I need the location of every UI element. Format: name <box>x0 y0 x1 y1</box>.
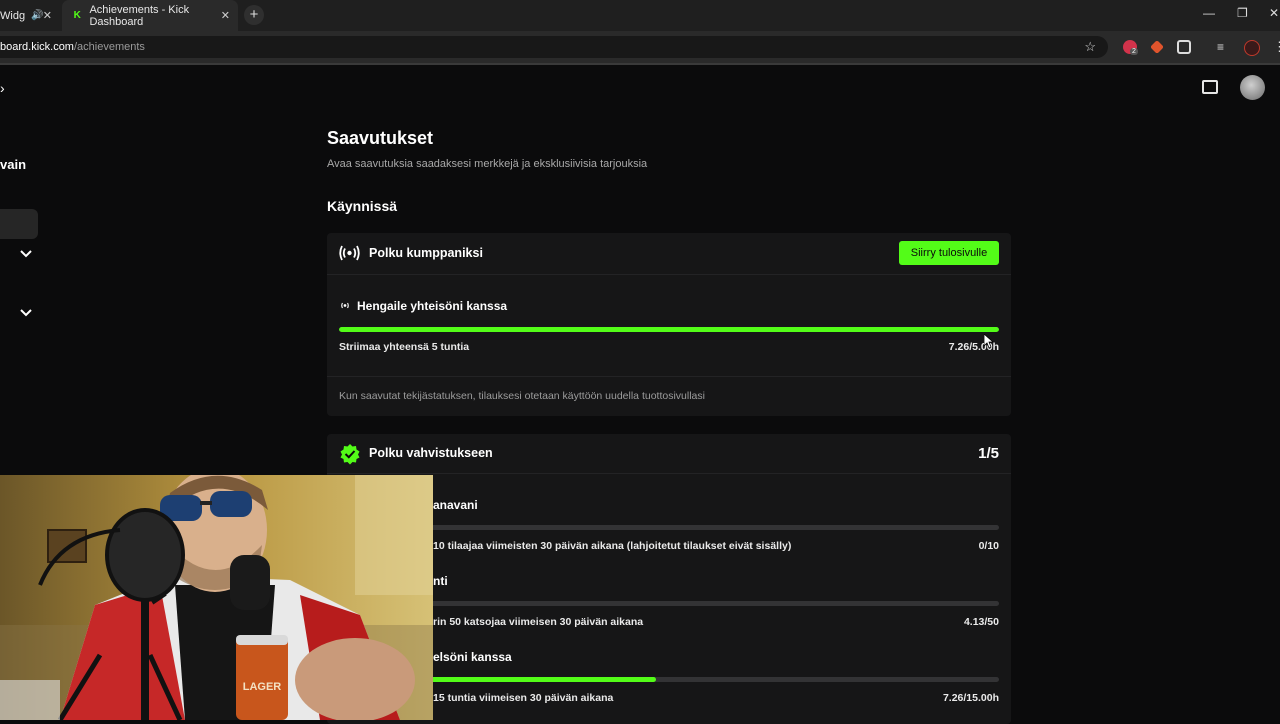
puzzle-extensions-icon[interactable] <box>1177 40 1191 54</box>
achievement-item-description: 15 tuntia viimeisen 30 päivän aikana <box>433 692 614 704</box>
card-header: Polku vahvistukseen 1/5 <box>327 434 1011 474</box>
card-title: Polku kumppaniksi <box>369 246 483 260</box>
achievement-item-value: 4.13/50 <box>963 616 999 628</box>
browser-tab-achievements[interactable]: K Achievements - Kick Dashboard ✕ <box>62 0 238 31</box>
progress-bar <box>339 677 999 682</box>
avatar[interactable] <box>1240 75 1265 100</box>
sidebar-item-label[interactable]: vain <box>0 157 26 172</box>
progress-fill <box>339 327 999 332</box>
tab-label: Widg <box>0 9 26 22</box>
profile-icon[interactable] <box>1244 40 1260 56</box>
url-input[interactable]: board.kick.com/achievements ☆ <box>0 36 1108 58</box>
achievement-item-title: anavani <box>433 498 478 512</box>
progress-bar <box>339 327 999 332</box>
close-window-icon[interactable]: ✕ <box>1269 6 1279 20</box>
url-text: board.kick.com/achievements <box>0 41 145 53</box>
minimize-icon[interactable]: — <box>1203 6 1215 20</box>
close-tab-icon[interactable]: ✕ <box>43 9 52 22</box>
chevron-down-icon[interactable] <box>19 247 33 261</box>
verified-badge-icon <box>340 444 360 465</box>
webcam-video: LAGER <box>0 475 433 720</box>
divider <box>327 376 1011 377</box>
chevron-down-icon[interactable] <box>19 306 33 320</box>
bookmark-star-icon[interactable]: ☆ <box>1084 39 1096 55</box>
kick-favicon-icon: K <box>73 10 81 21</box>
divider <box>0 63 1280 65</box>
achievement-item-value: 0/10 <box>978 540 999 552</box>
achievement-item-description: rin 50 katsojaa viimeisen 30 päivän aika… <box>433 616 644 628</box>
progress-bar <box>339 601 999 606</box>
page-subtitle: Avaa saavutuksia saadaksesi merkkejä ja … <box>327 158 648 170</box>
sidebar-item-active[interactable] <box>0 209 38 239</box>
restore-icon[interactable]: ❐ <box>1237 6 1248 20</box>
achievement-item-description: 10 tilaajaa viimeisten 30 päivän aikana … <box>433 540 792 552</box>
browser-tab-bar: Widg 🔊 ✕ K Achievements - Kick Dashboard… <box>0 0 1280 31</box>
section-title: Käynnissä <box>327 198 398 214</box>
achievement-item-value: 7.26/15.00h <box>942 692 999 704</box>
broadcast-icon <box>341 302 349 309</box>
tab-label: Achievements - Kick Dashboard <box>89 3 190 28</box>
achievement-item-title: nti <box>433 574 448 588</box>
progress-bar <box>339 525 999 530</box>
media-control-icon[interactable]: ≡ <box>1217 40 1224 54</box>
achievement-count: 1/5 <box>978 445 999 462</box>
achievement-item-title: Hengaile yhteisöni kanssa <box>357 299 508 313</box>
can-label: LAGER <box>243 681 282 693</box>
new-tab-button[interactable]: + <box>244 5 264 25</box>
menu-kebab-icon[interactable]: ⋮ <box>1273 39 1280 55</box>
url-path: /achievements <box>73 41 145 53</box>
broadcast-icon <box>339 245 360 261</box>
close-tab-icon[interactable]: ✕ <box>221 9 230 22</box>
webcam-overlay: LAGER <box>0 475 433 720</box>
card-note: Kun saavutat tekijästatuksen, tilauksesi… <box>339 390 705 402</box>
go-to-results-button[interactable]: Siirry tulosivulle <box>899 241 999 265</box>
speaker-icon: 🔊 <box>31 10 44 21</box>
page-title: Saavutukset <box>327 128 434 148</box>
card-header: Polku kumppaniksi Siirry tulosivulle <box>327 233 1011 275</box>
streamer-mode-icon[interactable] <box>1202 80 1218 94</box>
achievement-card-partner: Polku kumppaniksi Siirry tulosivulle Hen… <box>327 233 1011 416</box>
browser-tab-widget[interactable]: Widg 🔊 ✕ <box>0 0 62 31</box>
mouse-cursor-icon <box>984 334 994 349</box>
collapse-sidebar-icon[interactable]: › <box>0 80 5 96</box>
address-bar-row: board.kick.com/achievements ☆ <box>0 31 1280 63</box>
achievement-item-title: elsöni kanssa <box>433 650 512 664</box>
achievement-item-description: Striimaa yhteensä 5 tuntia <box>339 341 470 353</box>
card-title: Polku vahvistukseen <box>369 446 493 460</box>
url-host: board.kick.com <box>0 41 74 53</box>
extension-badge: 2 <box>1130 48 1138 55</box>
